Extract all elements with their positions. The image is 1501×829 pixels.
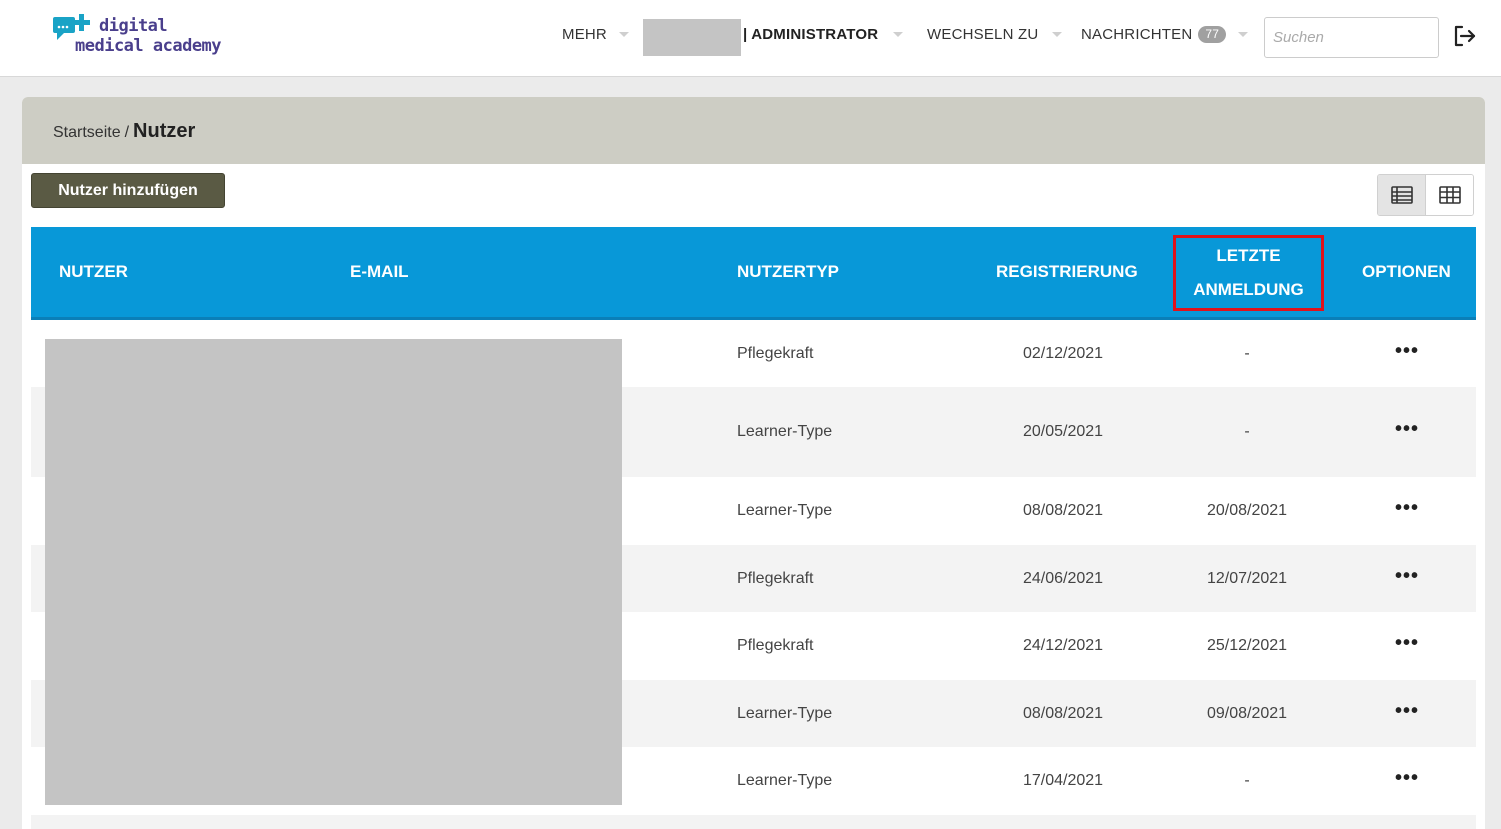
brand-line-1: digital <box>99 16 168 36</box>
column-header-label: OPTIONEN <box>1362 262 1451 281</box>
column-header-nutzer[interactable]: NUTZER <box>59 227 128 317</box>
table-header: NUTZER E-MAIL NUTZERTYP REGISTRIERUNG LE… <box>31 227 1476 320</box>
panel-header: Startseite / Nutzer <box>22 97 1485 164</box>
column-header-label-line-2: ANMELDUNG <box>1193 280 1304 299</box>
cell-letzte-anmeldung: 09/08/2021 <box>1206 704 1288 722</box>
cell-registrierung: 24/12/2021 <box>1022 637 1104 654</box>
redacted-user-and-email-block <box>45 339 622 805</box>
row-options-menu-icon[interactable]: ••• <box>1395 498 1419 518</box>
cell-nutzertyp: Learner-Type <box>737 423 833 440</box>
cell-letzte-anmeldung: - <box>1244 344 1250 362</box>
brand-name: digital medical academy <box>75 16 222 56</box>
top-navbar: digital medical academy MEHR | ADMINISTR… <box>0 0 1501 77</box>
chevron-down-icon <box>893 31 904 37</box>
column-header-label: REGISTRIERUNG <box>996 262 1138 281</box>
users-panel: Startseite / Nutzer Nutzer hinzufügen NU… <box>22 97 1485 829</box>
nav-mehr-menu[interactable]: MEHR <box>562 26 629 43</box>
nav-administrator-menu[interactable]: | ADMINISTRATOR <box>743 26 904 43</box>
row-options-menu-icon[interactable]: ••• <box>1395 633 1419 653</box>
cell-registrierung: 02/12/2021 <box>1022 344 1104 362</box>
cell-nutzertyp: Pflegekraft <box>737 637 814 654</box>
nav-wechseln-label: WECHSELN ZU <box>927 26 1039 43</box>
search-input[interactable] <box>1264 17 1439 58</box>
column-header-registrierung[interactable]: REGISTRIERUNG <box>996 227 1138 317</box>
nav-nachrichten-label: NACHRICHTEN <box>1081 26 1193 43</box>
row-options-menu-icon[interactable]: ••• <box>1395 566 1419 586</box>
nav-nachrichten-menu[interactable]: NACHRICHTEN 77 <box>1081 26 1249 43</box>
breadcrumb-home-link[interactable]: Startseite <box>53 124 121 141</box>
cell-registrierung: 17/04/2021 <box>1022 772 1104 789</box>
cell-letzte-anmeldung: 20/08/2021 <box>1206 502 1288 519</box>
cell-nutzertyp: Pflegekraft <box>737 344 814 362</box>
cell-nutzertyp: Learner-Type <box>737 704 833 722</box>
cell-nutzertyp: Learner-Type <box>737 502 833 519</box>
chevron-down-icon <box>1052 31 1063 37</box>
cell-registrierung: 20/05/2021 <box>1022 423 1104 440</box>
cell-letzte-anmeldung: - <box>1244 772 1250 789</box>
cell-nutzertyp: Learner-Type <box>737 772 833 789</box>
chevron-down-icon <box>1238 31 1249 37</box>
column-header-label: E-MAIL <box>350 262 409 281</box>
table-row-partial <box>31 815 1476 829</box>
row-options-menu-icon[interactable]: ••• <box>1395 701 1419 721</box>
row-options-menu-icon[interactable]: ••• <box>1395 341 1419 361</box>
column-header-label: NUTZER <box>59 262 128 281</box>
list-view-button[interactable] <box>1378 175 1425 215</box>
column-header-nutzertyp[interactable]: NUTZERTYP <box>737 227 839 317</box>
user-name-redacted <box>643 19 741 56</box>
digital-medical-academy-logo[interactable]: digital medical academy <box>53 14 223 64</box>
cell-registrierung: 24/06/2021 <box>1022 569 1104 587</box>
page-title: Nutzer <box>133 120 196 142</box>
row-options-menu-icon[interactable]: ••• <box>1395 419 1419 439</box>
nav-wechseln-menu[interactable]: WECHSELN ZU <box>927 26 1063 43</box>
add-user-button[interactable]: Nutzer hinzufügen <box>31 173 225 208</box>
cell-registrierung: 08/08/2021 <box>1022 502 1104 519</box>
column-header-label-line-1: LETZTE <box>1216 246 1281 265</box>
column-header-email[interactable]: E-MAIL <box>350 227 409 317</box>
column-header-letzte-anmeldung[interactable]: LETZTE ANMELDUNG <box>1173 235 1324 311</box>
message-count-badge: 77 <box>1198 26 1227 43</box>
chevron-down-icon <box>618 31 629 37</box>
grid-view-button[interactable] <box>1425 175 1473 215</box>
nav-admin-label: | ADMINISTRATOR <box>743 26 879 43</box>
list-view-icon <box>1390 186 1413 204</box>
logout-icon[interactable] <box>1452 23 1478 49</box>
row-options-menu-icon[interactable]: ••• <box>1395 768 1419 788</box>
cell-letzte-anmeldung: 25/12/2021 <box>1206 637 1288 654</box>
cell-registrierung: 08/08/2021 <box>1022 704 1104 722</box>
cell-letzte-anmeldung: 12/07/2021 <box>1206 569 1288 587</box>
column-header-optionen: OPTIONEN <box>1362 227 1451 317</box>
brand-line-2: medical academy <box>75 36 222 56</box>
nav-mehr-label: MEHR <box>562 26 607 43</box>
cell-letzte-anmeldung: - <box>1244 423 1250 440</box>
view-toggle <box>1377 174 1474 216</box>
grid-view-icon <box>1438 186 1461 204</box>
column-header-label: NUTZERTYP <box>737 262 839 281</box>
breadcrumb-separator: / <box>124 124 130 141</box>
cell-nutzertyp: Pflegekraft <box>737 569 814 587</box>
users-table: NUTZER E-MAIL NUTZERTYP REGISTRIERUNG LE… <box>31 227 1476 829</box>
breadcrumb: Startseite / Nutzer <box>53 97 1485 143</box>
